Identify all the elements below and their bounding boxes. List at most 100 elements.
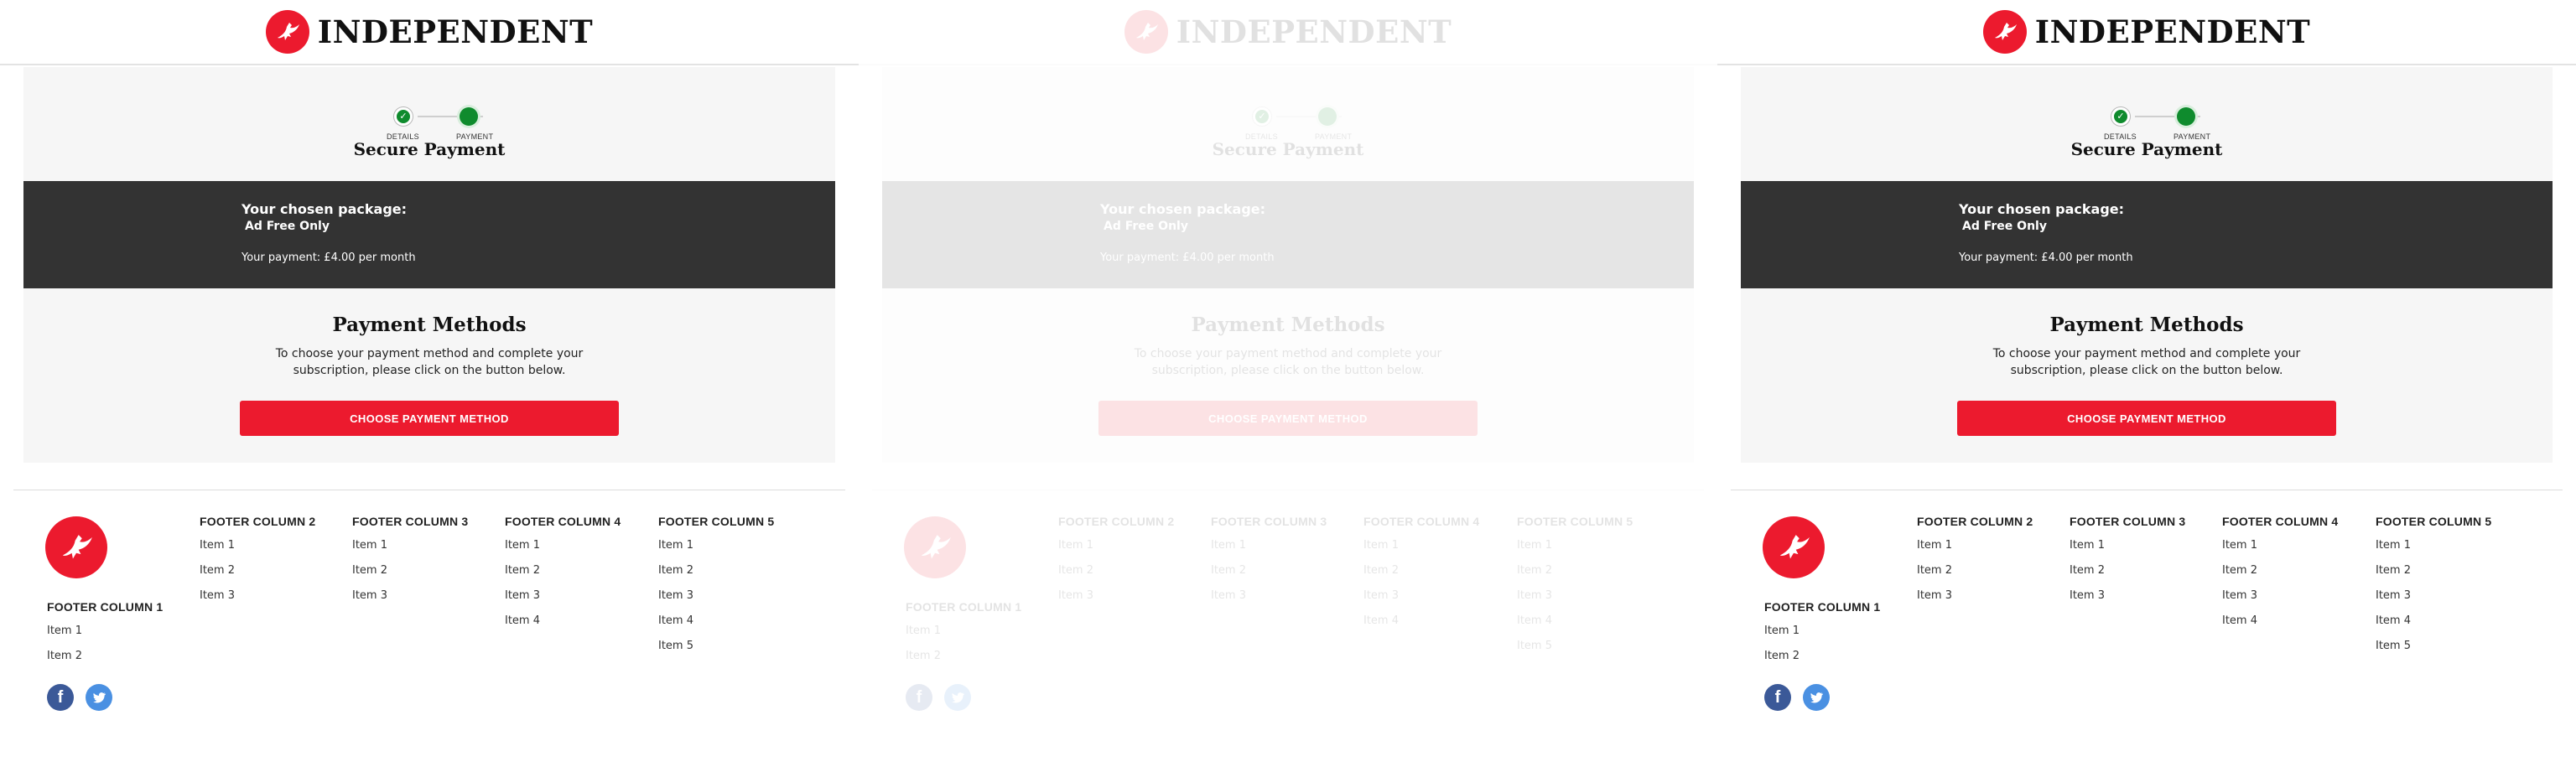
footer-column-5: FOOTER COLUMN 5 Item 1 Item 2 Item 3 Ite… (2376, 515, 2491, 665)
twitter-icon[interactable] (944, 684, 971, 711)
step-details-dot: ✓ (2111, 107, 2130, 126)
package-summary: Your chosen package: Ad Free Only Your p… (882, 181, 1694, 288)
footer-link[interactable]: Item 2 (1363, 564, 1479, 589)
brand-name: INDEPENDENT (1176, 13, 1452, 50)
footer-column-3: FOOTER COLUMN 3 Item 1 Item 2 Item 3 (2070, 515, 2185, 614)
footer-link[interactable]: Item 2 (1058, 564, 1174, 589)
footer-link[interactable]: Item 2 (2376, 564, 2491, 589)
site-header: INDEPENDENT (0, 0, 859, 65)
footer-column-5: FOOTER COLUMN 5 Item 1 Item 2 Item 3 Ite… (1517, 515, 1633, 665)
footer-link[interactable]: Item 1 (2070, 539, 2185, 564)
footer-column-heading: FOOTER COLUMN 5 (658, 515, 775, 528)
footer-link[interactable]: Item 2 (505, 564, 621, 589)
footer-link[interactable]: Item 5 (2376, 640, 2491, 665)
footer-link[interactable]: Item 2 (200, 564, 315, 589)
footer-link[interactable]: Item 5 (1517, 640, 1633, 665)
footer-link[interactable]: Item 3 (2376, 589, 2491, 614)
footer-link[interactable]: Item 2 (352, 564, 468, 589)
choose-payment-method-button[interactable]: CHOOSE PAYMENT METHOD (240, 401, 619, 436)
footer-column-heading: FOOTER COLUMN 2 (1917, 515, 2033, 528)
footer-link[interactable]: Item 1 (352, 539, 468, 564)
footer-link[interactable]: Item 3 (200, 589, 315, 614)
footer-link[interactable]: Item 4 (2222, 614, 2338, 640)
footer-link[interactable]: Item 2 (1917, 564, 2033, 589)
footer-column-heading: FOOTER COLUMN 1 (1764, 600, 1881, 614)
eagle-icon (1124, 10, 1168, 54)
footer-link[interactable]: Item 1 (1058, 539, 1174, 564)
footer-link[interactable]: Item 2 (2070, 564, 2185, 589)
footer-link[interactable]: Item 3 (1917, 589, 2033, 614)
choose-payment-method-button[interactable]: CHOOSE PAYMENT METHOD (1957, 401, 2336, 436)
footer-link[interactable]: Item 3 (1517, 589, 1633, 614)
footer-link[interactable]: Item 4 (2376, 614, 2491, 640)
footer-link[interactable]: Item 2 (658, 564, 774, 589)
choose-payment-method-button[interactable]: CHOOSE PAYMENT METHOD (1098, 401, 1478, 436)
facebook-icon[interactable]: f (47, 684, 74, 711)
footer-link[interactable]: Item 4 (1363, 614, 1479, 640)
footer-link[interactable]: Item 2 (2222, 564, 2338, 589)
facebook-icon[interactable]: f (906, 684, 932, 711)
check-icon: ✓ (2116, 111, 2125, 122)
footer-link[interactable]: Item 2 (1764, 650, 1880, 675)
footer-link[interactable]: Item 4 (505, 614, 621, 640)
footer-column-heading: FOOTER COLUMN 2 (1058, 515, 1175, 528)
twitter-icon[interactable] (1803, 684, 1830, 711)
footer-link[interactable]: Item 1 (2376, 539, 2491, 564)
footer-link[interactable]: Item 3 (1363, 589, 1479, 614)
footer-logo[interactable] (904, 516, 966, 578)
footer-link[interactable]: Item 1 (1917, 539, 2033, 564)
footer-link[interactable]: Item 3 (505, 589, 621, 614)
package-name: Ad Free Only (1962, 220, 2047, 233)
footer-link[interactable]: Item 2 (1211, 564, 1327, 589)
footer-link[interactable]: Item 1 (1517, 539, 1633, 564)
footer-link[interactable]: Item 3 (352, 589, 468, 614)
eagle-icon (1982, 10, 2027, 54)
brand-logo[interactable]: INDEPENDENT (265, 10, 593, 54)
eagle-icon (265, 10, 309, 54)
payment-methods-description: To choose your payment method and comple… (1992, 347, 2301, 377)
package-heading: Your chosen package: (1100, 201, 1266, 217)
footer-link[interactable]: Item 3 (1211, 589, 1327, 614)
footer-link[interactable]: Item 1 (906, 624, 1021, 650)
package-payment: Your payment: £4.00 per month (242, 251, 416, 264)
footer-column-heading: FOOTER COLUMN 3 (2070, 515, 2186, 528)
footer-link[interactable]: Item 1 (1764, 624, 1880, 650)
footer-link[interactable]: Item 4 (658, 614, 774, 640)
footer-link[interactable]: Item 1 (200, 539, 315, 564)
footer-link[interactable]: Item 3 (2222, 589, 2338, 614)
package-summary: Your chosen package: Ad Free Only Your p… (23, 181, 835, 288)
footer-column-1: FOOTER COLUMN 1 Item 1 Item 2 (1764, 600, 1880, 675)
footer-link[interactable]: Item 1 (505, 539, 621, 564)
footer-link[interactable]: Item 4 (1517, 614, 1633, 640)
footer-link[interactable]: Item 2 (906, 650, 1021, 675)
footer-link[interactable]: Item 1 (1211, 539, 1327, 564)
payment-methods-description: To choose your payment method and comple… (1134, 347, 1442, 377)
step-payment-dot (1318, 107, 1337, 126)
brand-logo[interactable]: INDEPENDENT (1124, 10, 1452, 54)
footer-link[interactable]: Item 1 (2222, 539, 2338, 564)
brand-logo[interactable]: INDEPENDENT (1982, 10, 2310, 54)
footer-link[interactable]: Item 2 (47, 650, 163, 675)
footer-column-3: FOOTER COLUMN 3 Item 1 Item 2 Item 3 (1211, 515, 1327, 614)
twitter-icon[interactable] (86, 684, 112, 711)
footer-link[interactable]: Item 3 (1058, 589, 1174, 614)
page-variant-1: INDEPENDENT ✓ DETAILS PAYMENT Secure Pay… (0, 0, 859, 767)
page-variant-2-faded: INDEPENDENT ✓ DETAILS PAYMENT Secure Pay… (859, 0, 1717, 767)
footer-logo[interactable] (45, 516, 107, 578)
footer-link[interactable]: Item 3 (2070, 589, 2185, 614)
facebook-icon[interactable]: f (1764, 684, 1791, 711)
footer-link[interactable]: Item 2 (1517, 564, 1633, 589)
footer-link[interactable]: Item 5 (658, 640, 774, 665)
footer-link[interactable]: Item 1 (1363, 539, 1479, 564)
step-payment-dot (460, 107, 478, 126)
footer-column-heading: FOOTER COLUMN 4 (505, 515, 621, 528)
footer-logo[interactable] (1763, 516, 1825, 578)
footer-link[interactable]: Item 1 (658, 539, 774, 564)
footer-column-heading: FOOTER COLUMN 1 (47, 600, 164, 614)
footer-link[interactable]: Item 3 (658, 589, 774, 614)
package-name: Ad Free Only (1104, 220, 1188, 233)
progress-stepper: ✓ DETAILS PAYMENT (23, 87, 835, 141)
footer-link[interactable]: Item 1 (47, 624, 163, 650)
package-payment: Your payment: £4.00 per month (1100, 251, 1275, 264)
footer-column-heading: FOOTER COLUMN 4 (2222, 515, 2339, 528)
